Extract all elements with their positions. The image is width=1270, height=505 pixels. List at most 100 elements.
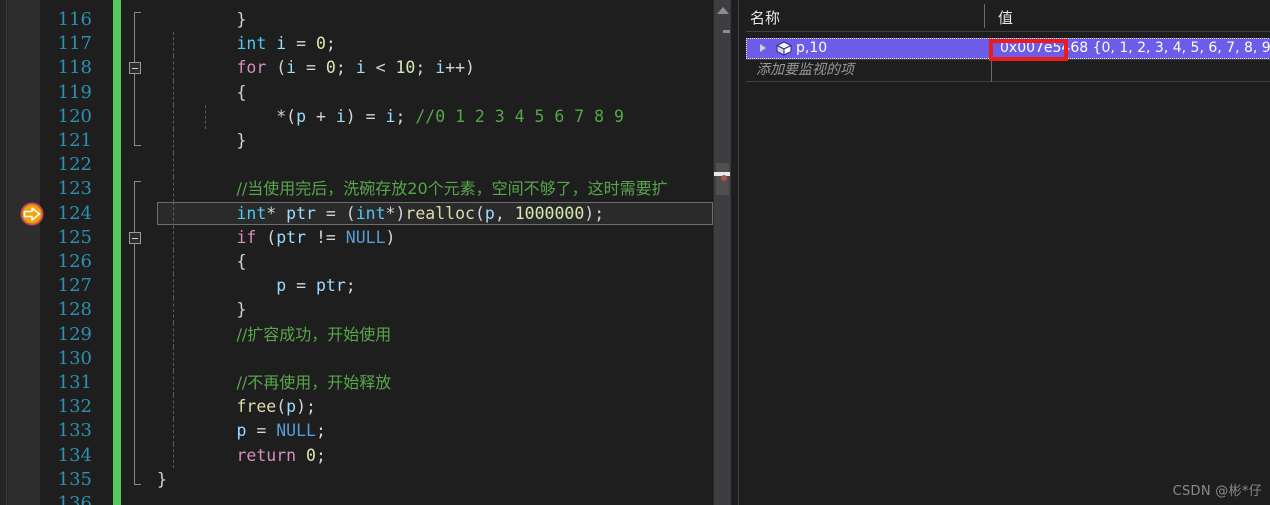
editor-left-strip [0,0,8,505]
code-token: //扩容成功，开始使用 [236,324,392,344]
code-token: NULL [345,227,386,247]
watch-column-header-value[interactable]: 值 [998,6,1013,30]
outlining-bracket-foot [134,483,141,485]
code-text-area[interactable]: } int i = 0; for (i = 0; i < 10; i++) { … [157,0,737,505]
code-line[interactable]: return 0; [157,444,737,468]
line-number: 118 [57,57,92,79]
indent-guide [173,177,174,202]
watch-expression-name[interactable]: p,10 [796,38,827,59]
indent-guide [205,104,206,129]
code-line[interactable]: } [157,8,737,32]
code-token: } [157,10,247,29]
indent-guide [173,274,174,299]
collapse-region-toggle[interactable] [129,231,141,244]
code-line[interactable]: free(p); [157,395,737,419]
code-token: < [365,58,396,78]
line-number-row: 121 [40,129,100,153]
code-line[interactable]: //当使用完后，洗碗存放20个元素，空间不够了，这时需要扩 [157,177,737,201]
chevron-right-icon[interactable] [760,44,766,52]
line-number: 117 [57,33,92,55]
watch-add-item-placeholder[interactable]: 添加要监视的项 [756,60,854,81]
code-line-text: { [157,81,246,105]
line-number: 125 [57,226,92,248]
line-number-row: 126 [40,250,100,274]
line-number-gutter: 116 117 118 119 120 121 122 123 124 125 126 127 128 1… [40,0,100,505]
code-line-text: { [157,250,246,274]
code-line[interactable] [157,347,737,371]
code-token: p [484,203,495,223]
code-line[interactable]: int* ptr = (int*)realloc(p, 1000000); [157,202,737,226]
code-line[interactable] [157,492,737,505]
code-token: p [236,421,247,441]
code-line[interactable]: { [157,81,737,105]
code-token: = [296,58,326,78]
code-token: int [236,34,267,54]
code-token: p [286,397,297,417]
watch-header-underline [746,31,1270,32]
code-token: p [296,106,307,126]
indent-guide [173,419,174,444]
indent-guide [173,56,174,81]
line-number: 129 [57,323,92,345]
watch-column-header-name[interactable]: 名称 [750,6,780,30]
code-line[interactable]: p = ptr; [157,274,737,298]
line-number-row: 125 [40,226,100,250]
watch-header-divider-1 [984,4,985,28]
code-line-text: int* ptr = (int*)realloc(p, 1000000); [157,202,604,226]
code-line[interactable]: } [157,468,737,492]
indent-guide [173,371,174,396]
code-token: i [435,58,446,78]
csdn-watermark: CSDN @彬*仔 [1172,484,1262,499]
red-annotation-box [989,39,1068,61]
code-line[interactable]: } [157,129,737,153]
code-token: , [494,203,515,223]
code-line[interactable]: *(p + i) = i; //0 1 2 3 4 5 6 7 8 9 [157,105,737,129]
line-number-row: 135 [40,468,100,492]
watch-window[interactable]: 名称 值 p,10 0x007e5468 {0, 1, 2, 3, 4, 5, … [738,0,1270,505]
code-token: ptr [276,227,307,247]
code-token: ) = [345,106,386,126]
line-number: 133 [57,420,92,442]
line-number-row: 116 [40,8,100,32]
indent-guide [173,298,174,323]
outlining-margin[interactable] [121,0,157,505]
code-token: ); [584,203,605,223]
outlining-bracket-line [134,12,135,145]
code-line[interactable]: } [157,298,737,322]
code-token: int [236,203,267,223]
line-number-row: 127 [40,274,100,298]
code-line[interactable]: //不再使用，开始释放 [157,371,737,395]
line-number: 136 [57,493,92,505]
code-line[interactable]: p = NULL; [157,419,737,443]
code-token: ptr [315,276,346,296]
collapse-region-toggle[interactable] [129,62,141,75]
breakpoint-gutter[interactable] [8,0,44,505]
code-line[interactable]: int i = 0; [157,32,737,56]
code-token: ; [395,106,416,126]
line-number: 127 [57,275,92,297]
code-line[interactable]: //扩容成功，开始使用 [157,323,737,347]
line-number-row: 134 [40,444,100,468]
line-number: 132 [57,396,92,418]
code-token: //不再使用，开始释放 [236,373,392,392]
code-line-text: *(p + i) = i; //0 1 2 3 4 5 6 7 8 9 [157,105,624,129]
code-token: i [276,34,287,54]
object-cube-icon [776,41,792,56]
watch-row-divider-2 [746,81,1270,82]
code-line[interactable]: { [157,250,737,274]
code-line[interactable]: for (i = 0; i < 10; i++) [157,56,737,80]
indent-guide [173,322,174,347]
code-line[interactable] [157,153,737,177]
code-token: 0 [306,445,316,465]
indent-guide [173,250,174,275]
code-editor[interactable]: 116 117 118 119 120 121 122 123 124 125 126 127 128 1… [0,0,737,505]
outlining-bracket-head [134,181,141,183]
code-line-text: if (ptr != NULL) [157,226,395,250]
watch-add-item-row[interactable]: 添加要监视的项 [746,60,1270,81]
code-line[interactable]: if (ptr != NULL) [157,226,737,250]
